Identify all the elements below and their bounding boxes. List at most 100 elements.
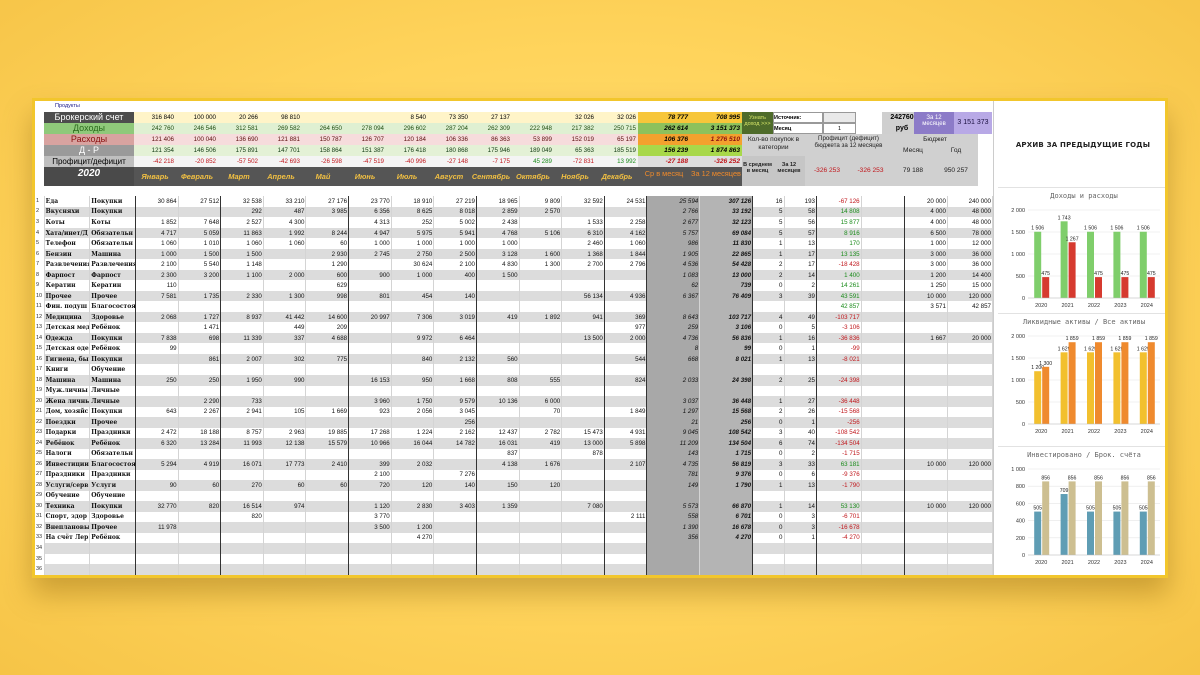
category-group[interactable]: Прочее	[89, 522, 136, 533]
avg-value[interactable]: 668	[646, 353, 701, 365]
month-value[interactable]: 105	[263, 406, 307, 418]
month-value[interactable]	[135, 417, 179, 428]
month-value[interactable]	[561, 543, 605, 554]
month-value[interactable]	[305, 501, 350, 512]
month-value[interactable]	[178, 280, 222, 291]
month-value[interactable]	[433, 532, 477, 544]
total-purchases[interactable]: 27	[784, 396, 817, 407]
month-value[interactable]	[135, 564, 179, 575]
budget-year[interactable]	[947, 490, 994, 502]
row-number[interactable]: 9	[35, 280, 45, 291]
row-number[interactable]: 28	[35, 480, 45, 491]
month-value[interactable]: 5 002	[433, 217, 477, 228]
month-value[interactable]	[220, 532, 264, 544]
surplus-value[interactable]: 43 591	[816, 290, 862, 302]
month-value[interactable]: 5 294	[135, 459, 179, 470]
month-value[interactable]	[391, 417, 435, 428]
month-value[interactable]: 7 276	[433, 469, 477, 481]
avg-purchases[interactable]: 3	[752, 459, 785, 470]
month-value[interactable]: 7 648	[178, 217, 222, 228]
total-purchases[interactable]: 40	[784, 427, 817, 439]
month-value[interactable]: 2 267	[178, 406, 222, 418]
category-group[interactable]: Обучение	[89, 490, 136, 502]
category-name[interactable]: Гигиена, бы	[44, 353, 91, 365]
month-value[interactable]	[476, 564, 520, 575]
category-name[interactable]	[44, 564, 91, 575]
month-value[interactable]: 70	[519, 406, 563, 418]
month-value[interactable]	[178, 385, 222, 397]
month-value[interactable]: 3 985	[305, 206, 350, 218]
month-value[interactable]: 2 107	[604, 459, 648, 470]
avg-purchases[interactable]	[752, 543, 785, 554]
surplus-value[interactable]	[816, 385, 862, 397]
row-number[interactable]: 7	[35, 259, 45, 270]
surplus-value[interactable]: -134 504	[816, 438, 862, 449]
budget-year[interactable]	[947, 427, 994, 439]
month-value[interactable]	[561, 206, 605, 218]
month-value[interactable]	[433, 385, 477, 397]
budget-month[interactable]: 6 500	[904, 227, 948, 239]
month-value[interactable]: 110	[135, 280, 179, 291]
month-value[interactable]	[519, 290, 563, 302]
budget-year[interactable]	[947, 396, 994, 407]
budget-month[interactable]	[904, 406, 948, 418]
avg-value[interactable]	[646, 301, 701, 312]
month-value[interactable]: 60	[305, 238, 350, 249]
month-value[interactable]	[561, 301, 605, 312]
month-value[interactable]	[135, 364, 179, 375]
total-purchases[interactable]	[784, 553, 817, 565]
month-value[interactable]: 8 757	[220, 427, 264, 439]
month-value[interactable]: 923	[348, 406, 392, 418]
month-value[interactable]	[604, 501, 648, 512]
budget-month[interactable]	[904, 311, 948, 323]
category-group[interactable]: Покупки	[89, 501, 136, 512]
category-name[interactable]: Кератин	[44, 280, 91, 291]
month-value[interactable]	[391, 301, 435, 312]
month-value[interactable]: 4 768	[476, 227, 520, 239]
month-value[interactable]: 2 100	[348, 469, 392, 481]
month-value[interactable]	[604, 564, 648, 575]
surplus-blank[interactable]	[861, 427, 906, 439]
month-value[interactable]	[561, 374, 605, 386]
avg-value[interactable]: 986	[646, 238, 701, 249]
month-value[interactable]: 27 219	[433, 196, 477, 207]
month-value[interactable]	[305, 532, 350, 544]
month-value[interactable]: 820	[178, 501, 222, 512]
month-value[interactable]: 1 000	[391, 238, 435, 249]
surplus-value[interactable]: -4 270	[816, 532, 862, 544]
month-value[interactable]	[263, 469, 307, 481]
category-group[interactable]: Прочее	[89, 417, 136, 428]
total-value[interactable]: 134 504	[699, 438, 754, 449]
month-value[interactable]	[220, 543, 264, 554]
budget-month[interactable]	[904, 343, 948, 354]
budget-year[interactable]: 240 000	[947, 196, 994, 207]
budget-year[interactable]	[947, 311, 994, 323]
row-number[interactable]: 11	[35, 301, 45, 312]
surplus-value[interactable]: -108 542	[816, 427, 862, 439]
budget-month[interactable]	[904, 448, 948, 460]
total-value[interactable]: 1 790	[699, 480, 754, 491]
month-value[interactable]	[348, 564, 392, 575]
surplus-value[interactable]: 63 181	[816, 459, 862, 470]
month-value[interactable]	[305, 217, 350, 228]
month-value[interactable]	[305, 364, 350, 375]
month-value[interactable]	[391, 490, 435, 502]
month-value[interactable]: 643	[135, 406, 179, 418]
category-name[interactable]	[44, 553, 91, 565]
month-value[interactable]	[391, 343, 435, 354]
month-value[interactable]	[263, 385, 307, 397]
total-purchases[interactable]: 74	[784, 438, 817, 449]
month-value[interactable]: 1 000	[135, 248, 179, 260]
avg-purchases[interactable]	[752, 553, 785, 565]
month-value[interactable]	[561, 553, 605, 565]
month-value[interactable]: 18 910	[391, 196, 435, 207]
category-group[interactable]: Личные	[89, 396, 136, 407]
month-value[interactable]	[348, 385, 392, 397]
avg-value[interactable]: 21	[646, 417, 701, 428]
total-purchases[interactable]: 39	[784, 290, 817, 302]
month-value[interactable]: 720	[348, 480, 392, 491]
month-value[interactable]: 400	[433, 269, 477, 281]
month-value[interactable]	[561, 396, 605, 407]
month-value[interactable]	[519, 501, 563, 512]
row-number[interactable]: 10	[35, 290, 45, 302]
